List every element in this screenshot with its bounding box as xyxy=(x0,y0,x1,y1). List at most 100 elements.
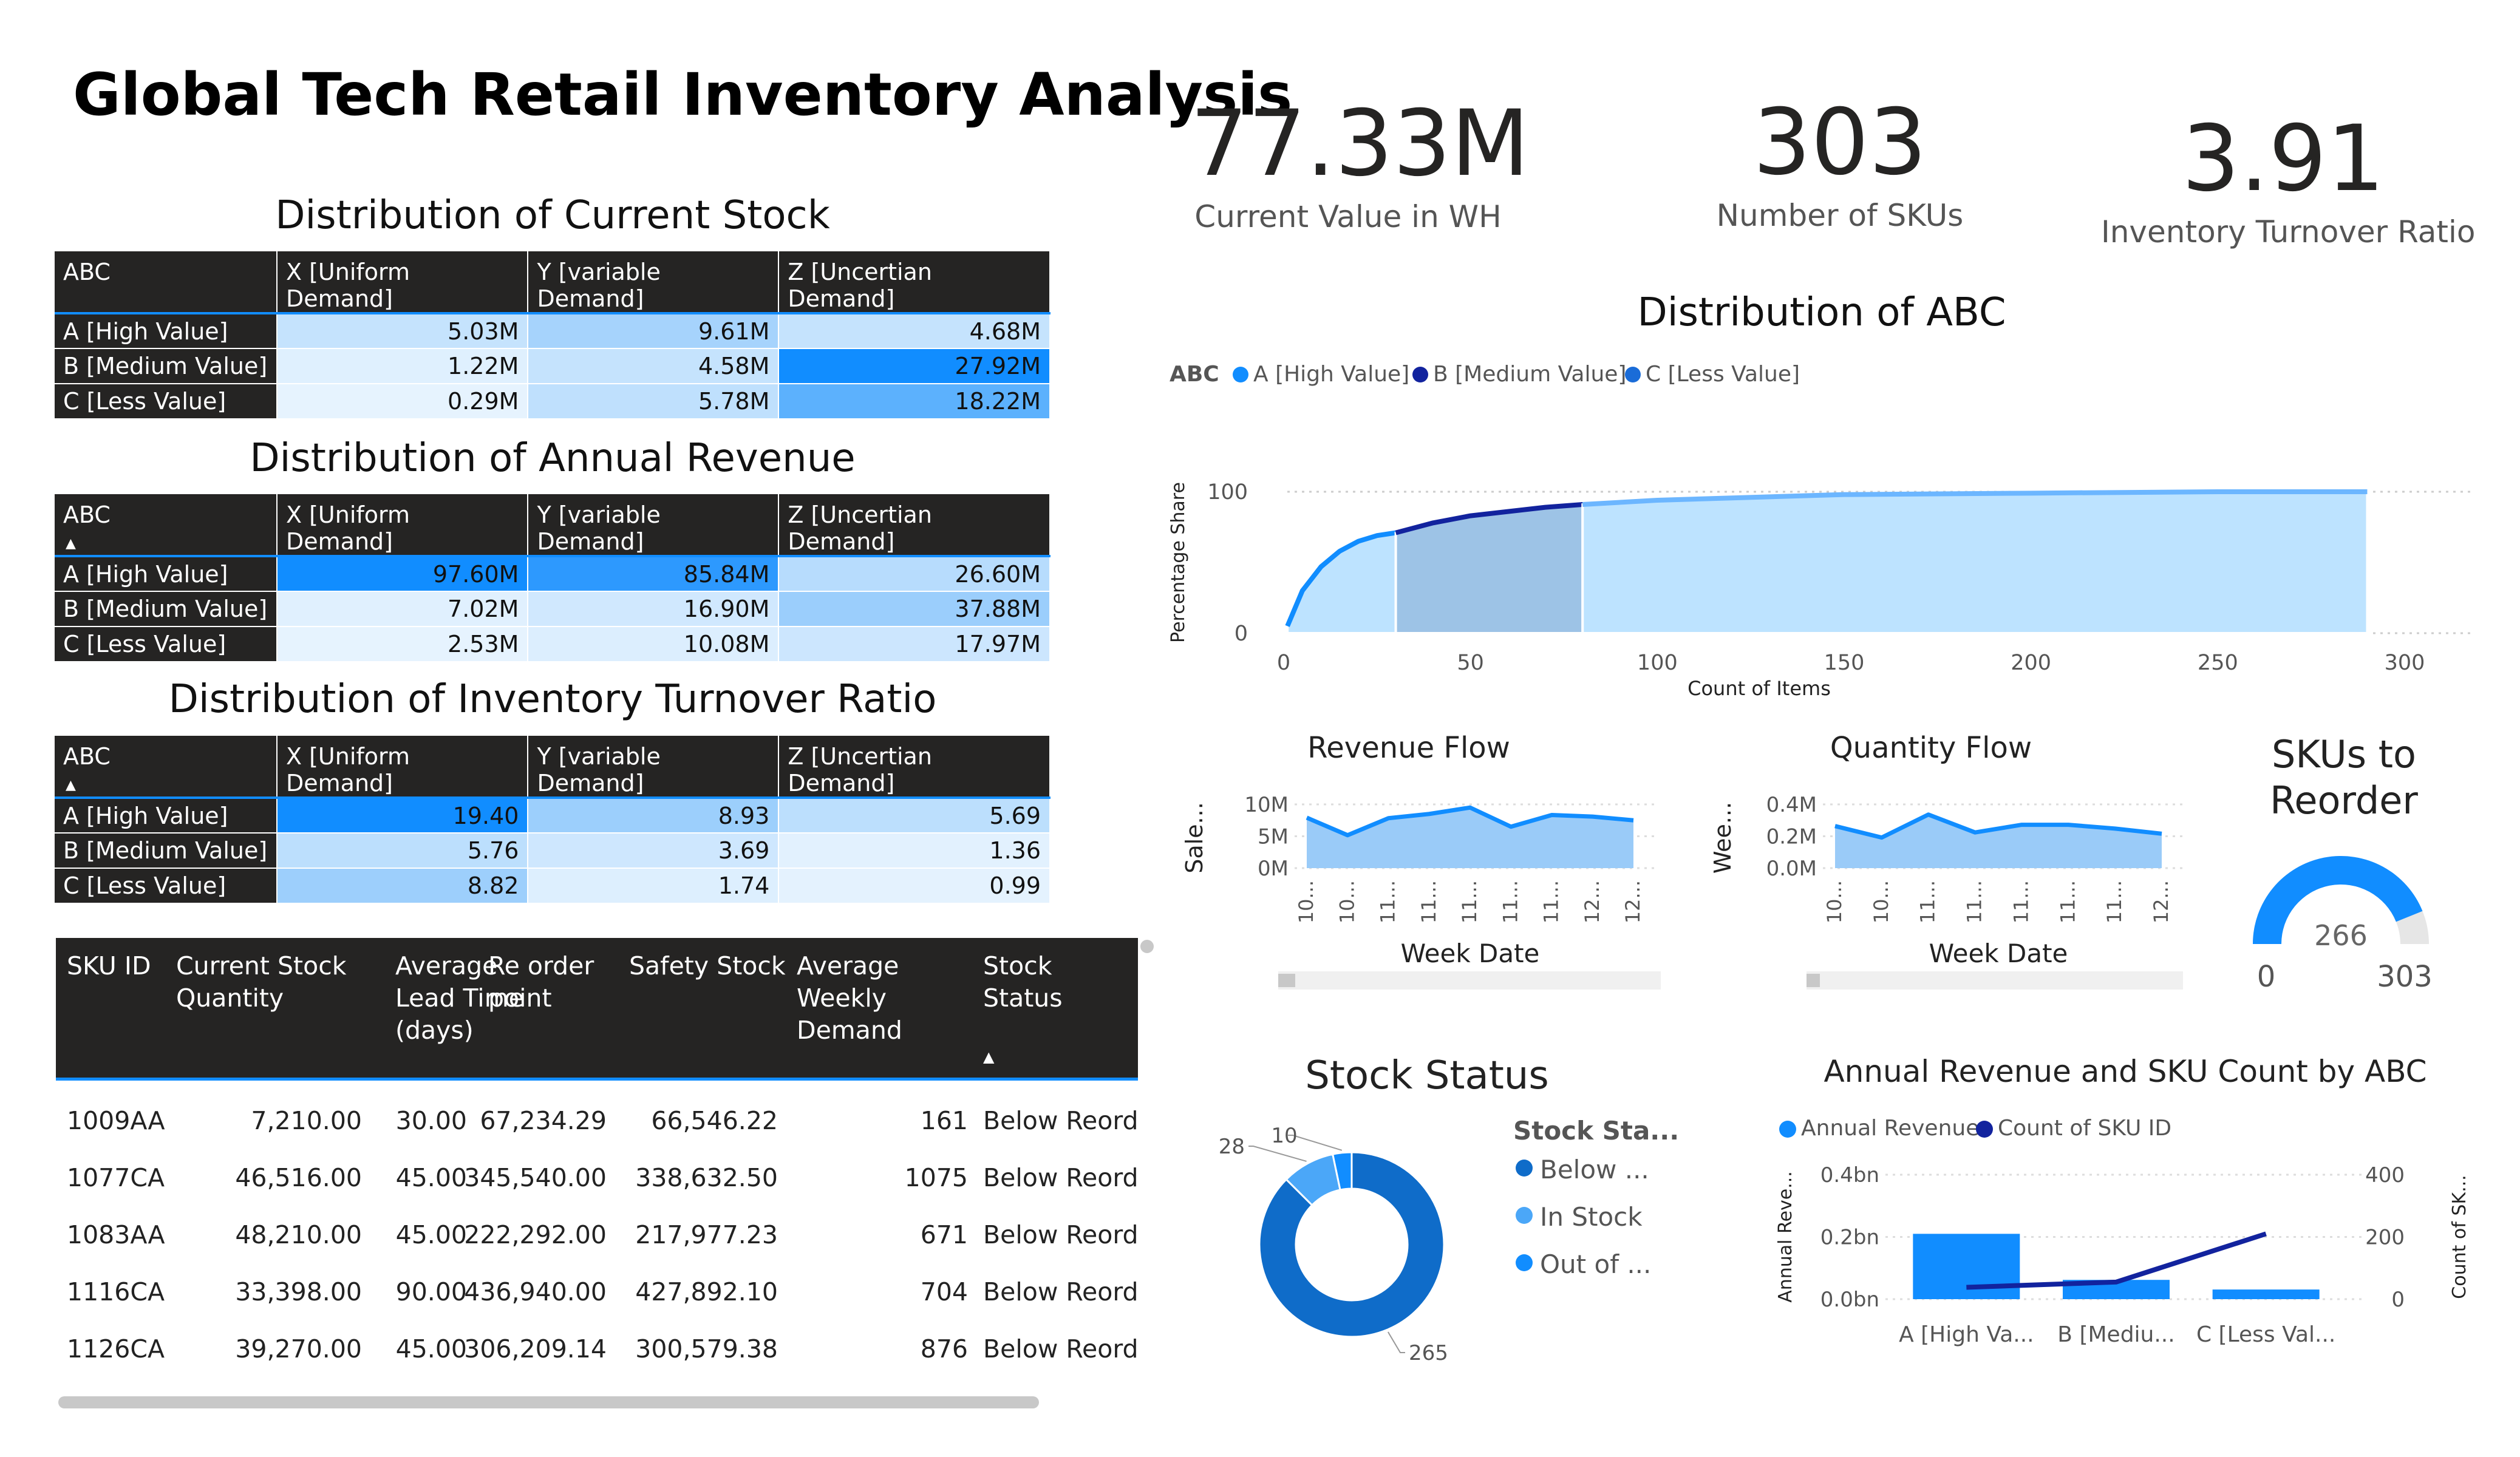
table-row[interactable]: 1009AA 7,210.00 30.00 67,234.29 66,546.22 161… xyxy=(56,1093,1138,1150)
matrix-row-header[interactable]: ABC ▲ xyxy=(55,736,278,798)
revenue-flow-chart[interactable]: 0M 5M 10M 10... 10... 11... 11... 11... 11... 11.… xyxy=(1166,771,1664,990)
matrix-cell[interactable]: 5.69 xyxy=(778,798,1051,834)
table-cell: Below Reorde xyxy=(983,1220,1138,1249)
scroll-thumb[interactable] xyxy=(1807,974,1820,987)
matrix-cell[interactable]: 1.22M xyxy=(277,348,529,384)
quantity-flow-chart[interactable]: 0.0M 0.2M 0.4M 10... 10... 11... 11... 11... 11.… xyxy=(1694,771,2192,990)
stock-status-donut[interactable]: 265 28 10 xyxy=(1208,1111,1500,1366)
matrix-col-header[interactable]: X [Uniform Demand] xyxy=(277,251,529,313)
matrix-col-header[interactable]: Y [variable Demand] xyxy=(528,494,780,556)
matrix-cell[interactable]: 26.60M xyxy=(778,556,1051,592)
matrix-cell[interactable]: 5.03M xyxy=(277,313,529,349)
table-row[interactable]: 1077CA 46,516.00 45.00 345,540.00 338,632.50… xyxy=(56,1150,1138,1207)
quantity-flow-scrollbar[interactable] xyxy=(1807,971,2183,990)
sort-ascending-icon[interactable]: ▲ xyxy=(66,536,76,551)
matrix-row-header[interactable]: ABC ▲ xyxy=(55,494,278,556)
table-cell: 90.00 xyxy=(396,1391,467,1393)
y-tick-label: 5M xyxy=(1258,825,1289,849)
matrix-col-header[interactable]: X [Uniform Demand] xyxy=(277,736,529,798)
matrix-col-header[interactable]: Z [Uncertian Demand] xyxy=(778,494,1051,556)
gauge-min-label: 0 xyxy=(2257,960,2276,994)
x-axis-label: Week Date xyxy=(1929,939,2068,968)
vertical-scrollbar[interactable] xyxy=(1140,940,1154,953)
matrix-row-header[interactable]: ABC xyxy=(55,251,278,313)
donut-data-label: 28 xyxy=(1219,1135,1245,1159)
table-cell: 45.00 xyxy=(395,1334,467,1364)
annual-revenue-matrix[interactable]: ABC ▲ X [Uniform Demand] Y [variable Dema… xyxy=(55,494,1051,662)
col-header-sku-id[interactable]: SKU ID xyxy=(67,950,151,982)
table-row[interactable]: 1083AA 48,210.00 45.00 222,292.00 217,977.23… xyxy=(56,1207,1138,1264)
matrix-cell[interactable]: 7.02M xyxy=(277,591,529,627)
legend-dot-a xyxy=(1233,367,1248,382)
col-header-current-stock[interactable]: Current Stock Quantity xyxy=(176,950,347,1014)
col-header-stock-status[interactable]: Stock Status xyxy=(983,950,1138,1014)
matrix-cell[interactable]: 10.08M xyxy=(528,627,780,662)
legend-item-annual-revenue[interactable]: Annual Revenue xyxy=(1801,1116,1979,1141)
legend-dot-out-of-stock xyxy=(1516,1254,1533,1271)
matrix-cell[interactable]: 0.99 xyxy=(778,868,1051,904)
legend-item-c[interactable]: C [Less Value] xyxy=(1646,362,1800,387)
table-cell: 1083AA xyxy=(67,1220,165,1249)
matrix-col-header[interactable]: Z [Uncertian Demand] xyxy=(778,736,1051,798)
col-header-safety-stock[interactable]: Safety Stock xyxy=(629,950,786,982)
matrix-cell[interactable]: 9.61M xyxy=(528,313,780,349)
matrix-col-header[interactable]: Y [variable Demand] xyxy=(528,251,780,313)
table-cell: 56,611.53 xyxy=(651,1391,778,1393)
legend-item-sku-count[interactable]: Count of SKU ID xyxy=(1998,1116,2171,1141)
table-row[interactable]: 1126CA 39,270.00 45.00 306,209.14 300,579.38… xyxy=(56,1321,1138,1378)
matrix-cell[interactable]: 16.90M xyxy=(528,591,780,627)
matrix-row-label: B [Medium Value] xyxy=(55,591,278,627)
matrix-cell[interactable]: 0.29M xyxy=(277,384,529,419)
x-tick-label: 10... xyxy=(1295,880,1318,923)
revenue-sku-combo-chart[interactable]: 0.0bn 0 0.2bn 200 0.4bn 400 A [High Va... B [Me… xyxy=(1761,1147,2490,1366)
table-cell: 222,292.00 xyxy=(464,1220,607,1249)
matrix-cell[interactable]: 19.40 xyxy=(277,798,529,834)
table-cell: Below Reorde xyxy=(983,1391,1138,1393)
table-row[interactable]: 1139AA 13,622.00 90.00 58,241.00 56,611.53 12… xyxy=(56,1378,1138,1393)
legend-item-out-of-stock[interactable]: Out of ... xyxy=(1540,1249,1651,1279)
matrix-cell[interactable]: 8.82 xyxy=(277,868,529,904)
x-axis-label: Week Date xyxy=(1401,939,1540,968)
y2-axis-label: Count of SK... xyxy=(2449,1175,2470,1299)
matrix-cell[interactable]: 17.97M xyxy=(778,627,1051,662)
matrix-cell[interactable]: 18.22M xyxy=(778,384,1051,419)
reorder-gauge[interactable]: 266 0 303 xyxy=(2210,850,2477,1050)
scroll-thumb[interactable] xyxy=(1278,974,1295,987)
matrix-cell[interactable]: 1.36 xyxy=(778,833,1051,869)
matrix-cell[interactable]: 37.88M xyxy=(778,591,1051,627)
matrix-cell[interactable]: 2.53M xyxy=(277,627,529,662)
legend-item-a[interactable]: A [High Value] xyxy=(1253,362,1409,387)
sort-ascending-icon[interactable]: ▲ xyxy=(983,1041,994,1073)
sort-ascending-icon[interactable]: ▲ xyxy=(66,778,76,793)
y2-tick-label: 0 xyxy=(2391,1288,2405,1312)
report-title: Global Tech Retail Inventory Analysis xyxy=(73,61,1293,129)
abc-pareto-chart[interactable]: 0 50 100 150 200 250 300 0 100 Count of Items Perc… xyxy=(1154,425,2477,704)
revenue-flow-scrollbar[interactable] xyxy=(1278,971,1661,990)
matrix-cell[interactable]: 27.92M xyxy=(778,348,1051,384)
matrix-cell[interactable]: 85.84M xyxy=(528,556,780,592)
matrix-cell[interactable]: 5.78M xyxy=(528,384,780,419)
table-row[interactable]: 1116CA 33,398.00 90.00 436,940.00 427,892.10… xyxy=(56,1264,1138,1321)
matrix-col-header[interactable]: Z [Uncertian Demand] xyxy=(778,251,1051,313)
legend-item-below[interactable]: Below ... xyxy=(1540,1155,1649,1184)
matrix-col-header[interactable]: X [Uniform Demand] xyxy=(277,494,529,556)
matrix-col-header[interactable]: Y [variable Demand] xyxy=(528,736,780,798)
table-cell: 45.00 xyxy=(395,1163,467,1192)
x-tick-label: 10... xyxy=(1335,880,1358,923)
matrix-cell[interactable]: 8.93 xyxy=(528,798,780,834)
matrix-cell[interactable]: 1.74 xyxy=(528,868,780,904)
col-header-reorder-point[interactable]: Re order point xyxy=(488,950,594,1014)
legend-item-in-stock[interactable]: In Stock xyxy=(1540,1202,1643,1232)
matrix-cell[interactable]: 5.76 xyxy=(277,833,529,869)
current-stock-matrix[interactable]: ABC X [Uniform Demand] Y [variable Deman… xyxy=(55,251,1051,419)
col-header-weekly-demand[interactable]: Average Weekly Demand xyxy=(797,950,902,1047)
matrix-cell[interactable]: 97.60M xyxy=(277,556,529,592)
matrix-cell[interactable]: 4.68M xyxy=(778,313,1051,349)
sku-table[interactable]: SKU ID Current Stock Quantity Average Le… xyxy=(56,938,1138,1393)
horizontal-scrollbar[interactable] xyxy=(58,1396,1039,1408)
matrix-cell[interactable]: 4.58M xyxy=(528,348,780,384)
table-cell: 39,270.00 xyxy=(235,1334,362,1364)
turnover-ratio-matrix[interactable]: ABC ▲ X [Uniform Demand] Y [variable Dema… xyxy=(55,736,1051,904)
legend-item-b[interactable]: B [Medium Value] xyxy=(1433,362,1626,387)
matrix-cell[interactable]: 3.69 xyxy=(528,833,780,869)
